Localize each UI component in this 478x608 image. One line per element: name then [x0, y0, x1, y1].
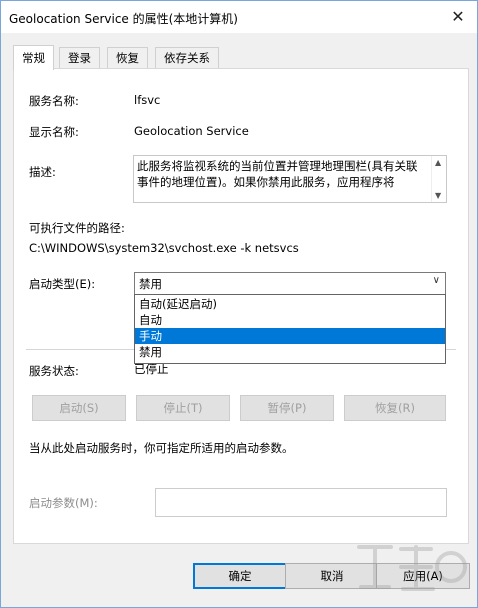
- description-text: 此服务将监视系统的当前位置并管理地理围栏(具有关联事件的地理位置)。如果你禁用此…: [137, 159, 418, 189]
- start-params-hint: 当从此处启动服务时，你可指定所适用的启动参数。: [29, 441, 294, 455]
- startup-option-auto-delayed[interactable]: 自动(延迟启动): [135, 296, 445, 312]
- window-title: Geolocation Service 的属性(本地计算机): [9, 12, 238, 26]
- startup-type-value: 禁用: [139, 277, 162, 291]
- title-bar[interactable]: Geolocation Service 的属性(本地计算机) ✕: [1, 1, 477, 33]
- resume-button[interactable]: 恢复(R): [344, 395, 446, 421]
- stop-button[interactable]: 停止(T): [136, 395, 230, 421]
- scroll-down-icon[interactable]: ▼: [435, 191, 441, 200]
- startup-type-select[interactable]: 禁用 ∨: [134, 272, 446, 295]
- startup-option-disabled[interactable]: 禁用: [135, 344, 445, 360]
- start-button[interactable]: 启动(S): [32, 395, 126, 421]
- startup-option-auto[interactable]: 自动: [135, 312, 445, 328]
- display-name-label: 显示名称:: [29, 125, 79, 139]
- close-icon[interactable]: ✕: [443, 4, 473, 30]
- tab-logon[interactable]: 登录: [59, 47, 100, 69]
- startup-type-dropdown[interactable]: 自动(延迟启动) 自动 手动 禁用: [134, 294, 446, 364]
- scroll-up-icon[interactable]: ▲: [435, 158, 441, 167]
- properties-dialog: Geolocation Service 的属性(本地计算机) ✕ 常规 登录 恢…: [0, 0, 478, 608]
- description-label: 描述:: [29, 165, 56, 179]
- startup-option-manual[interactable]: 手动: [135, 328, 445, 344]
- start-params-input[interactable]: [155, 488, 447, 517]
- tab-dependencies[interactable]: 依存关系: [155, 47, 219, 69]
- start-params-label: 启动参数(M):: [29, 496, 98, 510]
- general-panel: 服务名称: lfsvc 显示名称: Geolocation Service 描述…: [13, 68, 469, 544]
- tab-general[interactable]: 常规: [13, 45, 54, 70]
- tab-recovery[interactable]: 恢复: [107, 47, 148, 69]
- chevron-down-icon[interactable]: ∨: [433, 275, 440, 286]
- service-name-label: 服务名称:: [29, 94, 79, 108]
- service-name-value: lfsvc: [134, 93, 161, 107]
- service-status-label: 服务状态:: [29, 364, 79, 378]
- exe-path-value: C:\WINDOWS\system32\svchost.exe -k netsv…: [29, 241, 299, 255]
- exe-path-label: 可执行文件的路径:: [29, 221, 125, 235]
- ok-button[interactable]: 确定: [193, 563, 287, 589]
- display-name-value: Geolocation Service: [134, 124, 249, 138]
- description-scrollbar[interactable]: ▲ ▼: [431, 156, 446, 202]
- pause-button[interactable]: 暂停(P): [240, 395, 334, 421]
- startup-type-label: 启动类型(E):: [29, 277, 96, 291]
- description-box[interactable]: 此服务将监视系统的当前位置并管理地理围栏(具有关联事件的地理位置)。如果你禁用此…: [133, 155, 447, 203]
- site-watermark-logo: [357, 545, 467, 591]
